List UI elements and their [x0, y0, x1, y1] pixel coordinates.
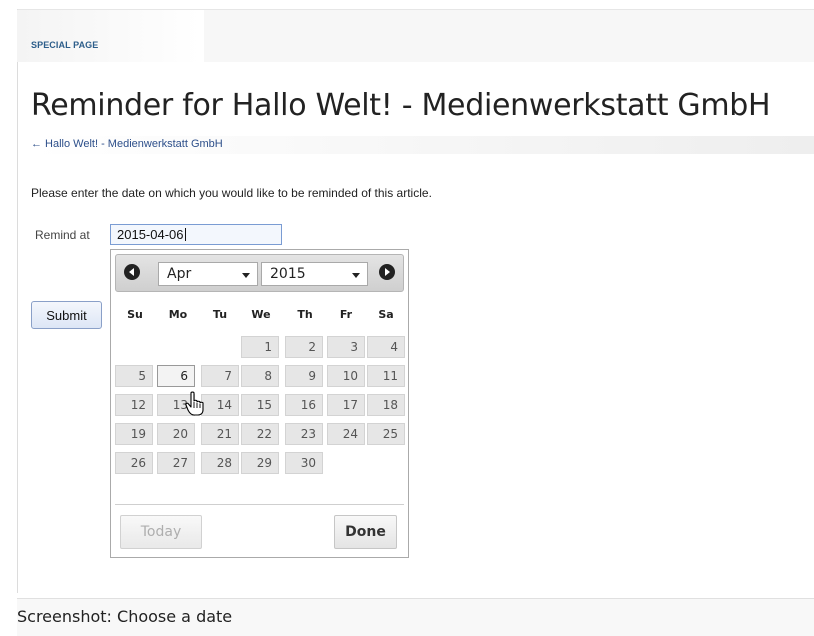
calendar-day[interactable]: 12 — [115, 394, 153, 416]
calendar-day[interactable]: 5 — [115, 365, 153, 387]
calendar-day[interactable]: 20 — [157, 423, 195, 445]
calendar-day[interactable]: 19 — [115, 423, 153, 445]
calendar-day[interactable]: 27 — [157, 452, 195, 474]
calendar-day[interactable]: 21 — [201, 423, 239, 445]
submit-button[interactable]: Submit — [31, 301, 102, 329]
weekday-label: Sa — [378, 308, 394, 321]
calendar-day[interactable]: 11 — [367, 365, 405, 387]
datepicker: Apr 2015 Su Mo Tu We Th Fr Sa 1 2 3 4 5 6 7 8 9 10 11 12 1… — [110, 249, 409, 558]
calendar-day[interactable]: 26 — [115, 452, 153, 474]
month-select-value: Apr — [167, 266, 192, 282]
calendar-day[interactable]: 1 — [241, 336, 279, 358]
special-page-label: SPECIAL PAGE — [31, 40, 99, 50]
calendar-day[interactable]: 24 — [327, 423, 365, 445]
calendar-day[interactable]: 30 — [285, 452, 323, 474]
weekday-label: Fr — [339, 308, 353, 321]
header-band — [203, 10, 814, 62]
calendar-day[interactable]: 15 — [241, 394, 279, 416]
calendar-day[interactable]: 4 — [367, 336, 405, 358]
calendar-day[interactable]: 18 — [367, 394, 405, 416]
calendar-day[interactable]: 8 — [241, 365, 279, 387]
caption-bar: Screenshot: Choose a date — [17, 598, 814, 636]
caption-text: Screenshot: Choose a date — [17, 607, 233, 626]
weekday-label: Su — [127, 308, 143, 321]
today-button[interactable]: Today — [120, 515, 202, 549]
special-page-tab — [17, 10, 204, 62]
next-month-icon[interactable] — [379, 264, 395, 280]
weekday-label: Mo — [168, 308, 188, 321]
calendar-day[interactable]: 17 — [327, 394, 365, 416]
remind-at-label: Remind at — [35, 228, 90, 242]
datepicker-divider — [115, 504, 404, 505]
calendar-day[interactable]: 16 — [285, 394, 323, 416]
calendar-day[interactable]: 28 — [201, 452, 239, 474]
calendar-day[interactable]: 9 — [285, 365, 323, 387]
month-dropdown-arrow-icon — [242, 273, 250, 278]
month-select[interactable]: Apr — [158, 262, 258, 286]
calendar-day[interactable]: 23 — [285, 423, 323, 445]
calendar-day[interactable]: 22 — [241, 423, 279, 445]
calendar-day[interactable]: 6 — [157, 365, 195, 387]
weekday-label: Tu — [212, 308, 228, 321]
weekday-label: We — [251, 308, 271, 321]
year-select-value: 2015 — [270, 266, 306, 282]
year-dropdown-arrow-icon — [352, 273, 360, 278]
hand-pointer-icon — [185, 391, 204, 416]
calendar-day[interactable]: 25 — [367, 423, 405, 445]
weekday-label: Th — [297, 308, 313, 321]
text-caret — [184, 228, 186, 241]
date-input-value: 2015-04-06 — [117, 227, 184, 242]
calendar-day[interactable]: 2 — [285, 336, 323, 358]
intro-text: Please enter the date on which you would… — [31, 186, 432, 200]
datepicker-header: Apr 2015 — [115, 254, 404, 292]
back-link[interactable]: ← Hallo Welt! - Medienwerkstatt GmbH — [31, 138, 223, 150]
calendar-day[interactable]: 3 — [327, 336, 365, 358]
year-select[interactable]: 2015 — [261, 262, 368, 286]
done-button[interactable]: Done — [334, 515, 397, 549]
calendar-day[interactable]: 10 — [327, 365, 365, 387]
prev-month-icon[interactable] — [124, 264, 140, 280]
date-input[interactable]: 2015-04-06 — [110, 224, 282, 245]
calendar-day[interactable]: 29 — [241, 452, 279, 474]
page-title: Reminder for Hallo Welt! - Medienwerksta… — [31, 88, 771, 123]
calendar-day[interactable]: 7 — [201, 365, 239, 387]
